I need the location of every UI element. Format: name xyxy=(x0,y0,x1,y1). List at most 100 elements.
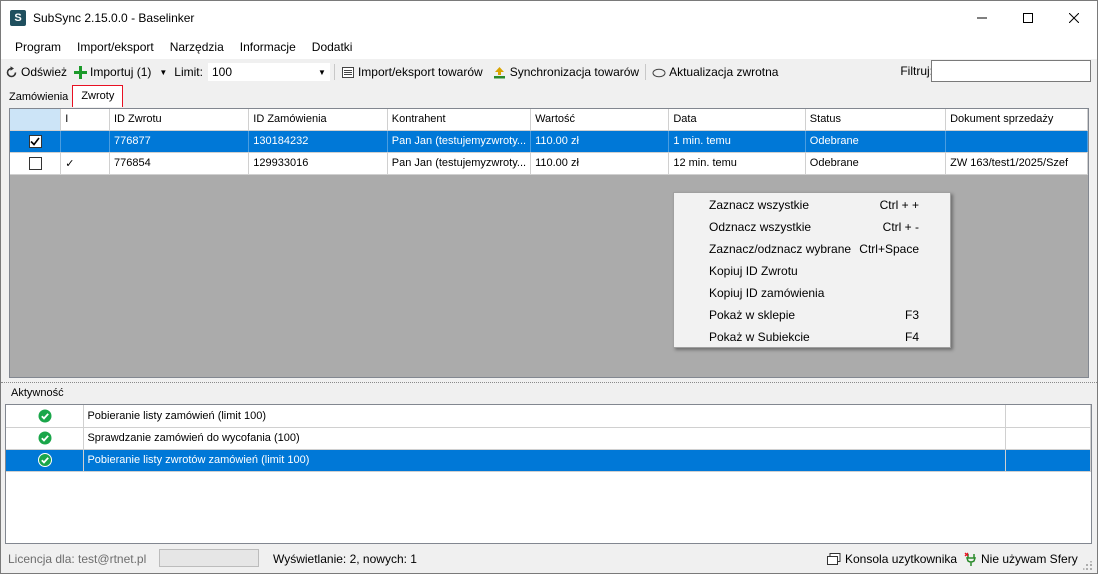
ctx-item-shortcut: Ctrl + - xyxy=(882,220,919,234)
toolbar: Odśwież Importuj (1) ▼ Limit: 100 ▼ Impo… xyxy=(1,59,1097,85)
limit-select[interactable]: 100 ▼ xyxy=(206,62,331,82)
menu-tools[interactable]: Narzędzia xyxy=(162,36,232,58)
row-sales-document xyxy=(945,130,1088,153)
close-button[interactable] xyxy=(1051,1,1097,35)
app-logo-icon: S xyxy=(10,10,26,26)
column-header-order-id[interactable]: ID Zamówienia xyxy=(248,109,388,131)
ctx-item-shortcut: Ctrl+Space xyxy=(859,242,919,256)
refresh-button[interactable]: Odśwież xyxy=(1,61,70,83)
refresh-icon xyxy=(4,65,18,79)
row-order-id: 130184232 xyxy=(248,130,388,153)
ctx-deselect-all[interactable]: Odznacz wszystkie Ctrl + - xyxy=(674,216,950,238)
tab-returns[interactable]: Zwroty xyxy=(72,85,124,107)
list-item[interactable]: Pobieranie listy zamówień (limit 100) xyxy=(6,405,1091,428)
row-date: 1 min. temu xyxy=(668,130,806,153)
ctx-show-in-shop[interactable]: Pokaż w sklepie F3 xyxy=(674,304,950,326)
row-customer: Pan Jan (testujemyzwroty... xyxy=(387,152,532,175)
progress-bar xyxy=(159,549,259,567)
feedback-update-button[interactable]: Aktualizacja zwrotna xyxy=(649,61,781,83)
ctx-item-label: Kopiuj ID Zwrotu xyxy=(709,264,798,278)
display-count: Wyświetlanie: 2, nowych: 1 xyxy=(273,552,417,566)
app-window: S SubSync 2.15.0.0 - Baselinker Program … xyxy=(0,0,1098,574)
menu-information[interactable]: Informacje xyxy=(232,36,304,58)
menu-addons[interactable]: Dodatki xyxy=(304,36,361,58)
context-menu: Zaznacz wszystkie Ctrl + + Odznacz wszys… xyxy=(673,192,951,348)
import-export-products-label: Import/eksport towarów xyxy=(357,65,483,79)
ctx-item-shortcut: Ctrl + + xyxy=(879,198,919,212)
console-icon xyxy=(827,553,841,565)
ctx-item-shortcut: F4 xyxy=(904,330,919,344)
list-item[interactable]: Pobieranie listy zwrotów zamówień (limit… xyxy=(6,449,1091,472)
row-flag xyxy=(60,130,110,153)
ctx-select-all[interactable]: Zaznacz wszystkie Ctrl + + xyxy=(674,194,950,216)
table-row[interactable]: 776877 130184232 Pan Jan (testujemyzwrot… xyxy=(10,130,1088,153)
window-controls xyxy=(959,1,1097,35)
user-console-button[interactable]: Konsola uzytkownika xyxy=(827,552,957,566)
upload-icon xyxy=(493,65,507,79)
toolbar-separator xyxy=(333,64,335,80)
column-header-value[interactable]: Wartość xyxy=(530,109,670,131)
ctx-toggle-selected[interactable]: Zaznacz/odznacz wybrane Ctrl+Space xyxy=(674,238,950,260)
column-header-status[interactable]: Status xyxy=(805,109,947,131)
table-row[interactable]: ✓ 776854 129933016 Pan Jan (testujemyzwr… xyxy=(10,152,1088,175)
success-check-icon xyxy=(38,431,52,445)
sync-products-label: Synchronizacja towarów xyxy=(509,65,640,79)
ctx-item-label: Odznacz wszystkie xyxy=(709,220,812,234)
activity-text: Pobieranie listy zamówień (limit 100) xyxy=(83,405,1007,428)
minimize-button[interactable] xyxy=(959,1,1005,35)
status-bar: Licencja dla: test@rtnet.pl Wyświetlanie… xyxy=(1,546,1097,574)
filter-input[interactable] xyxy=(931,60,1091,82)
ctx-show-in-subiekt[interactable]: Pokaż w Subiekcie F4 xyxy=(674,326,950,348)
activity-extra xyxy=(1005,405,1091,428)
menu-import-export[interactable]: Import/eksport xyxy=(69,36,162,58)
column-header-sales-document[interactable]: Dokument sprzedaży xyxy=(945,109,1088,131)
success-check-icon xyxy=(38,409,52,423)
row-customer: Pan Jan (testujemyzwroty... xyxy=(387,130,532,153)
column-header-date[interactable]: Data xyxy=(668,109,806,131)
row-status: Odebrane xyxy=(805,152,947,175)
column-header-flag[interactable]: I xyxy=(60,109,110,131)
maximize-button[interactable] xyxy=(1005,1,1051,35)
ctx-copy-order-id[interactable]: Kopiuj ID zamówienia xyxy=(674,282,950,304)
activity-text: Pobieranie listy zwrotów zamówień (limit… xyxy=(83,449,1007,472)
plus-icon xyxy=(73,65,87,79)
row-checkbox[interactable] xyxy=(28,134,42,148)
tab-strip: Zamówienia Zwroty xyxy=(5,85,124,107)
chevron-down-icon[interactable]: ▼ xyxy=(159,68,167,77)
column-header-customer[interactable]: Kontrahent xyxy=(387,109,532,131)
import-button[interactable]: Importuj (1) ▼ xyxy=(70,61,170,83)
plug-icon xyxy=(964,552,977,566)
import-export-products-button[interactable]: Import/eksport towarów xyxy=(338,61,486,83)
sync-products-button[interactable]: Synchronizacja towarów xyxy=(490,61,642,83)
license-text: Licencja dla: test@rtnet.pl xyxy=(8,552,147,566)
row-checkbox-cell[interactable] xyxy=(10,130,62,153)
limit-label: Limit: xyxy=(174,65,203,79)
ctx-copy-return-id[interactable]: Kopiuj ID Zwrotu xyxy=(674,260,950,282)
toolbar-separator xyxy=(645,64,647,80)
checkmark-icon xyxy=(30,137,40,146)
row-sales-document: ZW 163/test1/2025/Szef xyxy=(945,152,1088,175)
list-item[interactable]: Sprawdzanie zamówień do wycofania (100) xyxy=(6,427,1091,450)
tab-orders[interactable]: Zamówienia xyxy=(5,87,72,107)
row-checkbox[interactable] xyxy=(28,156,42,170)
activity-table: Pobieranie listy zamówień (limit 100) Sp… xyxy=(6,405,1091,472)
ctx-item-label: Zaznacz wszystkie xyxy=(709,198,810,212)
sfera-label: Nie używam Sfery xyxy=(981,552,1078,566)
filter-label: Filtruj: xyxy=(900,64,933,78)
activity-label: Aktywność xyxy=(11,387,64,399)
resize-grip-icon[interactable] xyxy=(1083,561,1093,571)
ctx-item-label: Zaznacz/odznacz wybrane xyxy=(709,242,852,256)
ctx-item-label: Pokaż w Subiekcie xyxy=(709,330,810,344)
row-date: 12 min. temu xyxy=(668,152,806,175)
column-header-select[interactable] xyxy=(10,109,62,131)
menu-program[interactable]: Program xyxy=(7,36,69,58)
row-checkbox-cell[interactable] xyxy=(10,152,62,175)
splitter[interactable] xyxy=(1,382,1097,384)
row-value: 110.00 zł xyxy=(530,152,670,175)
column-header-return-id[interactable]: ID Zwrotu xyxy=(109,109,250,131)
user-console-label: Konsola uzytkownika xyxy=(845,552,958,566)
row-value: 110.00 zł xyxy=(530,130,670,153)
sfera-toggle[interactable]: Nie używam Sfery xyxy=(964,552,1078,566)
import-label: Importuj (1) xyxy=(90,65,152,79)
refresh-label: Odśwież xyxy=(21,65,68,79)
